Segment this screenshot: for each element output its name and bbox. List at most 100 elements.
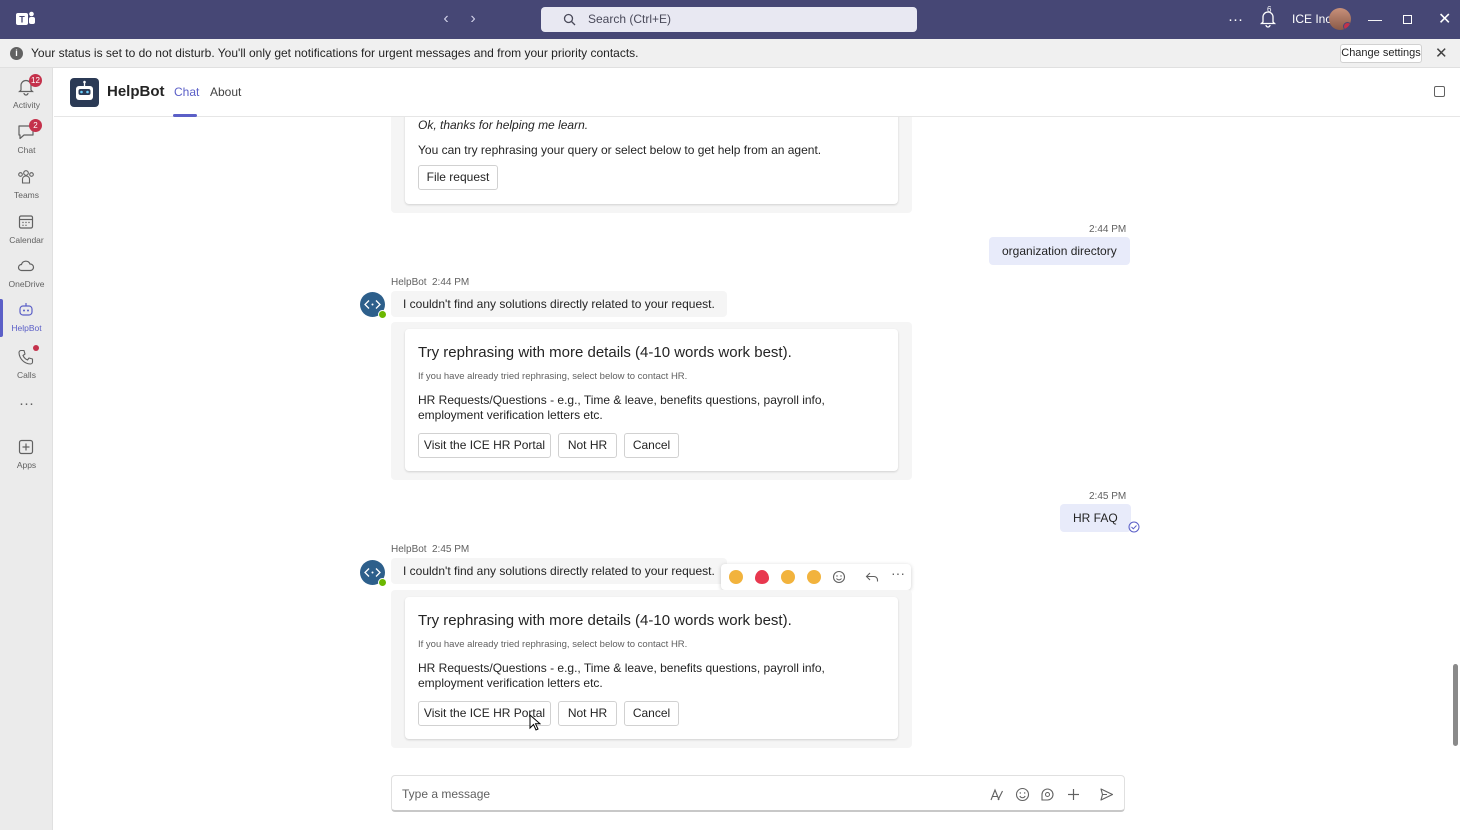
not-hr-button[interactable]: Not HR [558, 433, 617, 458]
phone-icon [18, 349, 34, 365]
robot-icon [19, 303, 33, 316]
card-bold-label: HR Requests/Questions [418, 661, 547, 675]
cancel-button[interactable]: Cancel [624, 433, 679, 458]
teams-logo-icon: T [16, 11, 35, 25]
tab-chat[interactable]: Chat [174, 85, 199, 99]
message-compose-box[interactable]: Type a message [391, 775, 1125, 812]
send-icon[interactable] [1099, 787, 1114, 802]
search-icon [563, 13, 576, 26]
forward-arrow-icon[interactable]: › [462, 8, 484, 30]
adaptive-card-container: Try rephrasing with more details (4-10 w… [391, 590, 912, 748]
thumbs-up-icon[interactable] [729, 570, 743, 584]
rail-item-onedrive[interactable]: OneDrive [0, 251, 53, 295]
online-status-icon [378, 578, 387, 587]
format-icon[interactable] [989, 787, 1004, 802]
calendar-icon [18, 215, 34, 229]
rail-label: OneDrive [8, 279, 45, 289]
more-options-icon[interactable]: ··· [1228, 0, 1243, 39]
back-arrow-icon[interactable]: ‹ [435, 8, 457, 30]
message-timestamp: 2:44 PM [1089, 224, 1127, 235]
cancel-button[interactable]: Cancel [624, 701, 679, 726]
message-timestamp: 2:45 PM [1089, 491, 1127, 502]
more-options-icon[interactable]: ··· [891, 565, 905, 581]
chat-header: HelpBot Chat About [54, 68, 1460, 117]
more-apps-icon[interactable]: ··· [0, 393, 53, 437]
sent-message[interactable]: HR FAQ [1060, 504, 1131, 532]
card-description: HR Requests/Questions - e.g., Time & lea… [418, 661, 878, 691]
rail-item-activity[interactable]: 12 Activity [0, 72, 53, 116]
rail-item-calendar[interactable]: Calendar [0, 207, 53, 251]
add-app-icon [18, 439, 34, 455]
close-icon[interactable]: ✕ [1438, 0, 1451, 39]
search-placeholder: Search (Ctrl+E) [588, 12, 672, 26]
rail-item-teams[interactable]: Teams [0, 162, 53, 206]
adaptive-card: Try rephrasing with more details (4-10 w… [405, 329, 898, 471]
info-icon: i [10, 47, 23, 60]
calls-indicator-dot [33, 345, 39, 351]
banner-close-icon[interactable]: ✕ [1435, 39, 1448, 68]
rail-item-apps[interactable]: Apps [0, 432, 53, 476]
scrollbar[interactable] [1453, 664, 1458, 746]
chat-badge: 2 [29, 119, 42, 132]
laugh-icon[interactable] [781, 570, 795, 584]
reaction-bar: ··· [721, 564, 911, 590]
sender-name: HelpBot [391, 277, 427, 288]
status-banner: i Your status is set to do not disturb. … [0, 39, 1460, 68]
minimize-icon[interactable]: — [1368, 0, 1382, 39]
heart-icon[interactable] [755, 570, 769, 584]
teams-icon [18, 170, 34, 184]
avatar[interactable] [1329, 8, 1351, 30]
cloud-icon [17, 260, 35, 272]
sent-message[interactable]: organization directory [989, 237, 1130, 265]
mouse-cursor-icon [529, 714, 541, 731]
visit-hr-portal-button[interactable]: Visit the ICE HR Portal [418, 433, 551, 458]
activity-badge: 12 [29, 74, 42, 87]
compose-placeholder: Type a message [402, 787, 491, 801]
card-title: Try rephrasing with more details (4-10 w… [418, 612, 792, 629]
dnd-status-icon [1343, 22, 1351, 30]
rail-label: Activity [13, 100, 40, 110]
adaptive-card-container: Ok, thanks for helping me learn. You can… [391, 117, 912, 213]
message-timestamp: 2:44 PM [432, 277, 470, 288]
surprised-icon[interactable] [807, 570, 821, 584]
svg-text:T: T [19, 15, 25, 25]
rail-label: Chat [17, 145, 36, 155]
sender-name: HelpBot [391, 544, 427, 555]
notification-count: 6 [1267, 5, 1272, 14]
app-rail: 12 Activity 2 Chat Teams Calendar OneDri… [0, 68, 53, 830]
seen-check-icon [1128, 521, 1140, 533]
rail-item-helpbot[interactable]: HelpBot [0, 295, 53, 339]
bot-avatar[interactable] [360, 560, 387, 587]
bot-message[interactable]: I couldn't find any solutions directly r… [391, 558, 727, 584]
card-hint-text: You can try rephrasing your query or sel… [418, 143, 822, 157]
card-bold-label: HR Requests/Questions [418, 393, 547, 407]
sticker-icon[interactable] [1040, 787, 1055, 802]
tab-about[interactable]: About [210, 85, 241, 99]
change-settings-button[interactable]: Change settings [1340, 44, 1422, 63]
reply-icon[interactable] [865, 571, 879, 583]
emoji-icon[interactable] [1015, 787, 1030, 802]
card-subtitle: If you have already tried rephrasing, se… [418, 371, 688, 382]
search-input[interactable]: Search (Ctrl+E) [541, 7, 917, 32]
banner-message: Your status is set to do not disturb. Yo… [31, 46, 639, 60]
adaptive-card-container: Try rephrasing with more details (4-10 w… [391, 322, 912, 480]
robot-icon [76, 80, 93, 100]
bot-message[interactable]: I couldn't find any solutions directly r… [391, 291, 727, 317]
rail-label: Calendar [9, 235, 44, 245]
card-description: HR Requests/Questions - e.g., Time & lea… [418, 393, 878, 423]
not-hr-button[interactable]: Not HR [558, 701, 617, 726]
add-icon[interactable] [1066, 787, 1081, 802]
helpbot-logo [70, 78, 99, 107]
adaptive-card: Ok, thanks for helping me learn. You can… [405, 117, 898, 204]
bot-name: HelpBot [107, 83, 165, 100]
card-thanks-text: Ok, thanks for helping me learn. [418, 118, 589, 132]
file-request-button[interactable]: File request [418, 165, 498, 190]
bot-avatar[interactable] [360, 292, 387, 319]
title-bar: T ‹ › Search (Ctrl+E) ··· 6 ICE Inc. — ✕ [0, 0, 1460, 39]
add-reaction-icon[interactable] [832, 570, 847, 585]
rail-item-chat[interactable]: 2 Chat [0, 117, 53, 161]
rail-item-calls[interactable]: Calls [0, 342, 53, 386]
popout-icon[interactable] [1434, 86, 1445, 97]
message-timestamp: 2:45 PM [432, 544, 470, 555]
online-status-icon [378, 310, 387, 319]
